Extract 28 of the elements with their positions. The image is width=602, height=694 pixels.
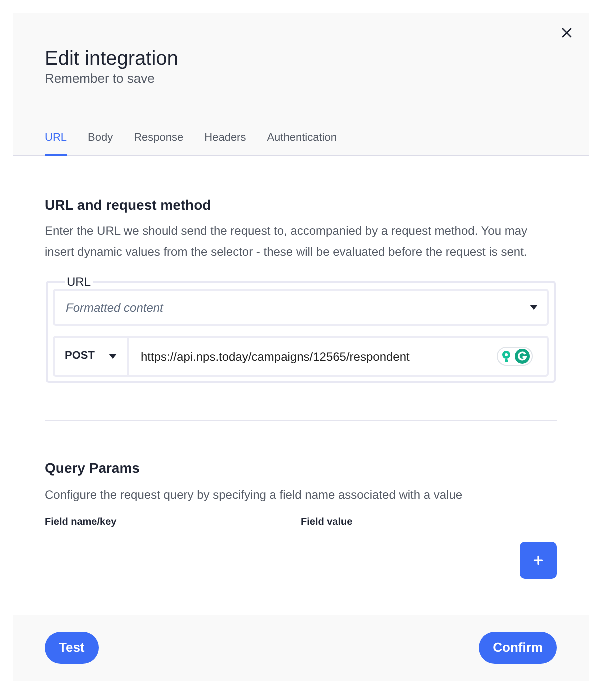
tab[interactable]: Authentication — [267, 131, 337, 156]
column-header: Field value — [301, 516, 354, 530]
section-description: Configure the request query by specifying a field name associated with a value — [45, 487, 464, 504]
letter-g-icon — [515, 349, 530, 364]
extension-badge[interactable] — [497, 347, 533, 366]
request-field[interactable]: POST https://api.nps.today/campaigns/12565/respondent — [53, 336, 549, 377]
section-heading: URL and request method — [45, 196, 212, 215]
tab[interactable]: URL — [45, 131, 68, 156]
url-input[interactable]: https://api.nps.today/campaigns/12565/respondent — [141, 348, 497, 366]
method-select[interactable]: POST — [55, 338, 129, 375]
add-param-button[interactable] — [520, 542, 557, 579]
lightbulb-icon — [500, 350, 513, 363]
footer-button[interactable]: Test — [45, 632, 99, 664]
plus-icon — [532, 554, 545, 567]
dialog-title: Edit integration — [45, 47, 178, 71]
caret-icon — [109, 354, 117, 359]
footer-button[interactable]: Confirm — [479, 632, 557, 664]
content-select-input[interactable]: Formatted content — [66, 298, 530, 316]
dialog-subtitle: Remember to save — [45, 71, 156, 87]
caret-icon — [530, 305, 538, 310]
tab[interactable]: Body — [88, 131, 114, 156]
url-group-legend: URL — [65, 275, 94, 289]
section-heading: Query Params — [45, 459, 141, 478]
column-header: Field name/key — [45, 516, 118, 530]
section-description: Enter the URL we should send the request to, accompanied by a request method. You may insert dynamic values from the selector - these will be evaluated before the request is sent. — [45, 223, 529, 261]
content-select[interactable]: Formatted content — [53, 289, 549, 326]
tab[interactable]: Headers — [204, 131, 246, 156]
tab[interactable]: Response — [134, 131, 184, 156]
